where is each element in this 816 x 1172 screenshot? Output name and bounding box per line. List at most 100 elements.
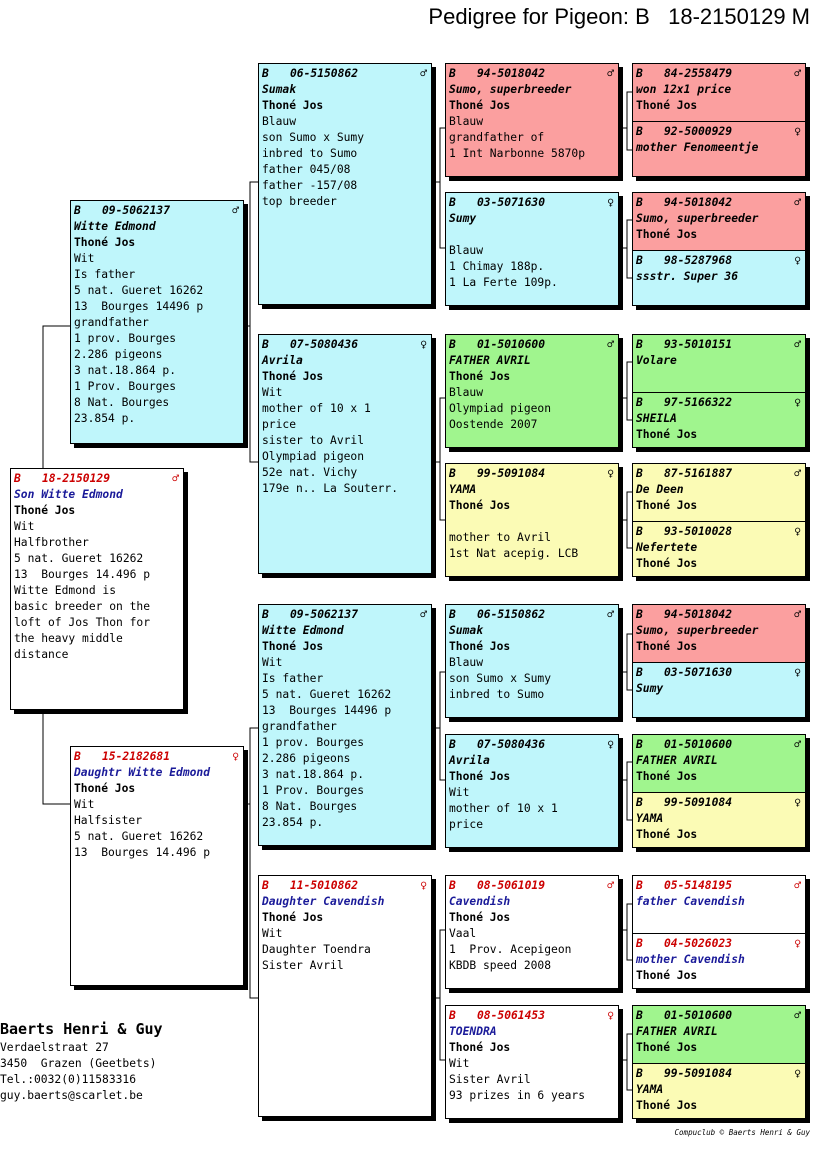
g5-sire[interactable]: B 84-2558479 ♂ won 12x1 price Thoné Jos (633, 64, 805, 121)
info-line: mother of 10 x 1 (449, 802, 558, 815)
female-sex-icon: ♀ (794, 525, 801, 538)
great-grandsire-card[interactable]: B 94-5018042 ♂ Sumo, superbreeder Thoné Jo… (445, 63, 619, 177)
country-code: B (74, 750, 81, 763)
great-granddam-card[interactable]: B 07-5080436 ♀ Avrila Thoné Jos Wit mother… (445, 734, 619, 848)
female-sex-icon: ♀ (420, 879, 427, 892)
owner-name: Thoné Jos (14, 504, 76, 517)
great-grandsire-card[interactable]: B 06-5150862 ♂ Sumak Thoné Jos Blauw son S… (445, 604, 619, 718)
ring-number: 87-5161887 (664, 467, 733, 480)
ring-number: 97-5166322 (664, 396, 733, 409)
great-grandsire-card[interactable]: B 01-5010600 ♂ FATHER AVRIL Thoné Jos Blau… (445, 334, 619, 448)
info-line: 13 Bourges 14.496 p (14, 568, 151, 581)
g5-dam[interactable]: B 99-5091084 ♀ YAMA Thoné Jos (633, 792, 805, 847)
female-sex-icon: ♀ (794, 937, 801, 950)
granddam-card[interactable]: B 07-5080436 ♀ Avrila Thoné Jos Wit mother… (258, 334, 432, 574)
pigeon-name: Sumo, superbreeder (636, 212, 759, 225)
ring-number: 06-5150862 (477, 608, 546, 621)
country-code: B (636, 879, 643, 892)
g5-sire[interactable]: B 01-5010600 ♂ FATHER AVRIL Thoné Jos (633, 1006, 805, 1063)
g5-pair-card: B 01-5010600 ♂ FATHER AVRIL Thoné Jos B 99-… (632, 734, 806, 848)
g5-sire[interactable]: B 87-5161887 ♂ De Deen Thoné Jos (633, 464, 805, 521)
female-sex-icon: ♀ (232, 750, 239, 763)
country-code: B (14, 472, 21, 485)
female-sex-icon: ♀ (794, 125, 801, 138)
pigeon-name: Sumy (636, 682, 664, 695)
owner-name: Thoné Jos (449, 640, 511, 653)
info-line: 2.286 pigeons (262, 752, 351, 765)
info-line: distance (14, 648, 69, 661)
ring-number: 08-5061453 (477, 1009, 546, 1022)
sibling-card[interactable]: B 15-2182681 ♀ Daughtr Witte Edmond Thoné … (70, 746, 244, 986)
info-line: 2.286 pigeons (74, 348, 163, 361)
g5-sire[interactable]: B 05-5148195 ♂ father Cavendish (633, 876, 805, 933)
owner-name: Thoné Jos (636, 557, 698, 570)
g5-dam[interactable]: B 93-5010028 ♀ Nefertete Thoné Jos (633, 521, 805, 576)
info-line: Is father (74, 268, 136, 281)
g5-sire[interactable]: B 94-5018042 ♂ Sumo, superbreeder Thoné Jo… (633, 193, 805, 250)
pigeon-name: Son Witte Edmond (14, 488, 123, 501)
pigeon-name: FATHER AVRIL (636, 1025, 718, 1038)
grandsire-card[interactable]: B 09-5062137 ♂ Witte Edmond Thoné Jos Wit … (258, 604, 432, 846)
pigeon-name: Sumo, superbreeder (636, 624, 759, 637)
female-sex-icon: ♀ (607, 467, 614, 480)
g5-dam[interactable]: B 99-5091084 ♀ YAMA Thoné Jos (633, 1063, 805, 1118)
owner-name: Thoné Jos (74, 782, 136, 795)
info-line: Olympiad pigeon (449, 402, 552, 415)
subject-card[interactable]: B 18-2150129 ♂ Son Witte Edmond Thoné Jos … (10, 468, 184, 710)
g5-sire[interactable]: B 01-5010600 ♂ FATHER AVRIL Thoné Jos (633, 735, 805, 792)
male-sex-icon: ♂ (794, 196, 801, 209)
info-line: Daughter Toendra (262, 943, 371, 956)
owner-name (449, 227, 614, 243)
g5-dam[interactable]: B 04-5026023 ♀ mother Cavendish Thoné Jos (633, 933, 805, 988)
g5-dam[interactable]: B 92-5000929 ♀ mother Fenomeentje (633, 121, 805, 176)
country-code: B (636, 1067, 643, 1080)
pigeon-name: mother Fenomeentje (636, 141, 759, 154)
sire-card[interactable]: B 09-5062137 ♂ Witte Edmond Thoné Jos Wit … (70, 200, 244, 444)
pigeon-name: Volare (636, 354, 677, 367)
country-code: B (636, 196, 643, 209)
g5-sire[interactable]: B 93-5010151 ♂ Volare (633, 335, 805, 392)
g5-dam[interactable]: B 03-5071630 ♀ Sumy (633, 662, 805, 717)
info-line: 5 nat. Gueret 16262 (74, 830, 204, 843)
female-sex-icon: ♀ (607, 1009, 614, 1022)
male-sex-icon: ♂ (794, 738, 801, 751)
country-code: B (262, 338, 269, 351)
g5-dam[interactable]: B 98-5287968 ♀ ssstr. Super 36 (633, 250, 805, 305)
ring-number: 01-5010600 (664, 1009, 733, 1022)
male-sex-icon: ♂ (420, 67, 427, 80)
pigeon-name: won 12x1 price (636, 83, 732, 96)
great-granddam-card[interactable]: B 99-5091084 ♀ YAMA Thoné Jos mother to Av… (445, 463, 619, 577)
breeder-email[interactable]: guy.baerts@scarlet.be (0, 1088, 163, 1104)
male-sex-icon: ♂ (607, 879, 614, 892)
ring-number: 09-5062137 (102, 204, 171, 217)
male-sex-icon: ♂ (420, 608, 427, 621)
g5-sire[interactable]: B 94-5018042 ♂ Sumo, superbreeder Thoné Jo… (633, 605, 805, 662)
info-line: 5 nat. Gueret 16262 (14, 552, 144, 565)
male-sex-icon: ♂ (794, 1009, 801, 1022)
country-code: B (262, 67, 269, 80)
info-line: basic breeder on the (14, 600, 151, 613)
info-line: Wit (449, 786, 470, 799)
owner-name: Thoné Jos (636, 640, 698, 653)
info-line: 23.854 p. (74, 412, 136, 425)
info-line: 1st Nat acepig. LCB (449, 547, 579, 560)
info-line: 13 Bourges 14.496 p (74, 846, 211, 859)
great-granddam-card[interactable]: B 08-5061453 ♀ TOENDRA Thoné Jos Wit Siste… (445, 1005, 619, 1119)
info-line: Is father (262, 672, 324, 685)
female-sex-icon: ♀ (420, 338, 427, 351)
grandsire-card[interactable]: B 06-5150862 ♂ Sumak Thoné Jos Blauw son S… (258, 63, 432, 305)
great-granddam-card[interactable]: B 03-5071630 ♀ Sumy Blauw 1 Chimay 188p. 1… (445, 192, 619, 306)
male-sex-icon: ♂ (607, 67, 614, 80)
breeder-info: Baerts Henri & Guy Verdaelstraat 27 3450… (0, 1018, 163, 1104)
info-line: son Sumo x Sumy (449, 672, 552, 685)
ring-number: 94-5018042 (664, 608, 733, 621)
granddam-card[interactable]: B 11-5010862 ♀ Daughter Cavendish Thoné Jo… (258, 875, 432, 1117)
female-sex-icon: ♀ (794, 254, 801, 267)
great-grandsire-card[interactable]: B 08-5061019 ♂ Cavendish Thoné Jos Vaal 1 … (445, 875, 619, 989)
ring-number: 01-5010600 (664, 738, 733, 751)
ring-number: 92-5000929 (664, 125, 733, 138)
g5-dam[interactable]: B 97-5166322 ♀ SHEILA Thoné Jos (633, 392, 805, 447)
owner-name: Thoné Jos (449, 770, 511, 783)
country-code: B (449, 879, 456, 892)
male-sex-icon: ♂ (794, 608, 801, 621)
